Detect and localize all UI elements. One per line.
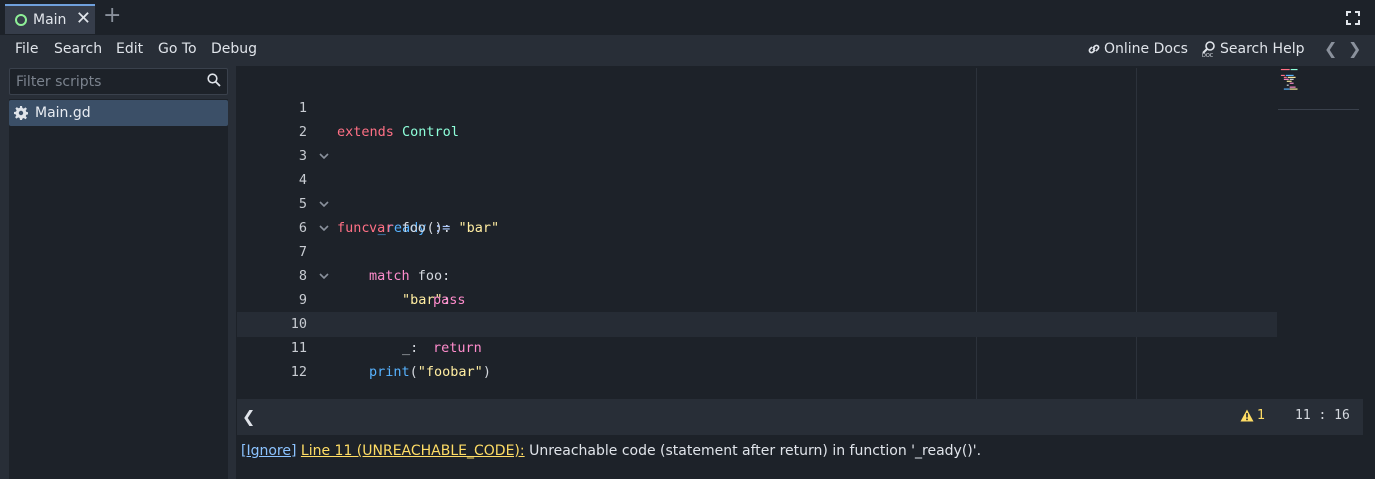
code-line[interactable]: 3 [237,120,1277,164]
script-item-label: Main.gd [35,105,91,121]
scene-tab-main[interactable]: Main ✕ [5,4,95,34]
code-line[interactable]: 12 [237,336,1277,380]
code-line[interactable]: 9 _: [237,264,1277,356]
toggle-scripts-panel-icon[interactable]: ❮ [242,407,255,426]
code-text: print("foobar") [369,364,491,380]
code-line[interactable]: 4 func _ready(): [237,144,1277,236]
gear-icon [14,106,28,120]
forward-arrow-icon[interactable]: ❯ [1348,39,1361,58]
code-line[interactable]: 7 "bar": [237,216,1277,308]
scene-status-icon [15,14,27,26]
warning-entry: [Ignore] Line 11 (UNREACHABLE_CODE): Unr… [241,443,981,459]
code-line[interactable]: 1 extends Control [237,72,1277,140]
fold-arrow-icon[interactable] [319,153,329,159]
code-line-current[interactable]: 11 print("foobar") [237,312,1277,380]
warning-count: 1 [1257,408,1266,423]
warning-icon [1240,409,1254,422]
fold-arrow-icon[interactable] [319,225,329,231]
code-line[interactable]: 5 var foo := "bar" [237,168,1277,236]
scene-tab-label: Main [33,12,67,28]
cursor-line: 11 [1295,408,1311,423]
online-docs-button[interactable]: Online Docs [1087,41,1188,57]
code-line[interactable]: 8 pass [237,240,1277,308]
warning-message: Unreachable code (statement after return… [524,443,982,459]
svg-text:DOC: DOC [1202,53,1214,57]
script-list: Main.gd [9,99,228,479]
fold-arrow-icon[interactable] [319,273,329,279]
search-help-label: Search Help [1220,41,1305,57]
editor-statusbar: ❮ 1 11 : 16 [237,399,1363,435]
add-tab-icon[interactable]: + [103,5,121,27]
code-editor[interactable]: 1 extends Control 2 3 4 func _ready(): 5… [237,68,1363,399]
script-item-main[interactable]: Main.gd [9,100,228,126]
line-number: 12 [290,364,307,380]
warnings-count-button[interactable]: 1 [1240,408,1265,423]
cursor-column: 16 [1334,408,1350,423]
search-icon [207,73,221,87]
scene-tab-bar: Main ✕ + [0,0,1375,35]
warning-line-link[interactable]: Line 11 (UNREACHABLE_CODE): [301,443,525,459]
menu-file[interactable]: File [15,41,38,57]
menu-search[interactable]: Search [54,41,102,57]
code-line[interactable]: 2 [237,96,1277,140]
menu-debug[interactable]: Debug [211,41,257,57]
fullscreen-icon[interactable] [1345,10,1361,26]
warnings-panel: [Ignore] Line 11 (UNREACHABLE_CODE): Unr… [237,437,1363,479]
search-help-button[interactable]: DOC Search Help [1201,41,1304,57]
code-line[interactable]: 10 return [237,288,1277,356]
link-icon [1088,44,1100,54]
ignore-warning-link[interactable]: [Ignore] [241,443,296,459]
menu-edit[interactable]: Edit [116,41,143,57]
scripts-panel: Main.gd [0,66,236,479]
online-docs-label: Online Docs [1104,41,1188,57]
filter-scripts-input[interactable] [9,68,228,95]
help-search-icon: DOC [1202,41,1215,57]
close-icon[interactable]: ✕ [76,10,91,28]
script-editor-menubar: File Search Edit Go To Debug Online Docs… [0,35,1375,66]
cursor-position: 11 : 16 [1295,408,1350,423]
code-minimap[interactable] [1278,68,1359,110]
code-line[interactable]: 6 match foo: [237,192,1277,284]
fold-arrow-icon[interactable] [319,201,329,207]
back-arrow-icon[interactable]: ❮ [1324,39,1337,58]
menu-goto[interactable]: Go To [158,41,197,57]
